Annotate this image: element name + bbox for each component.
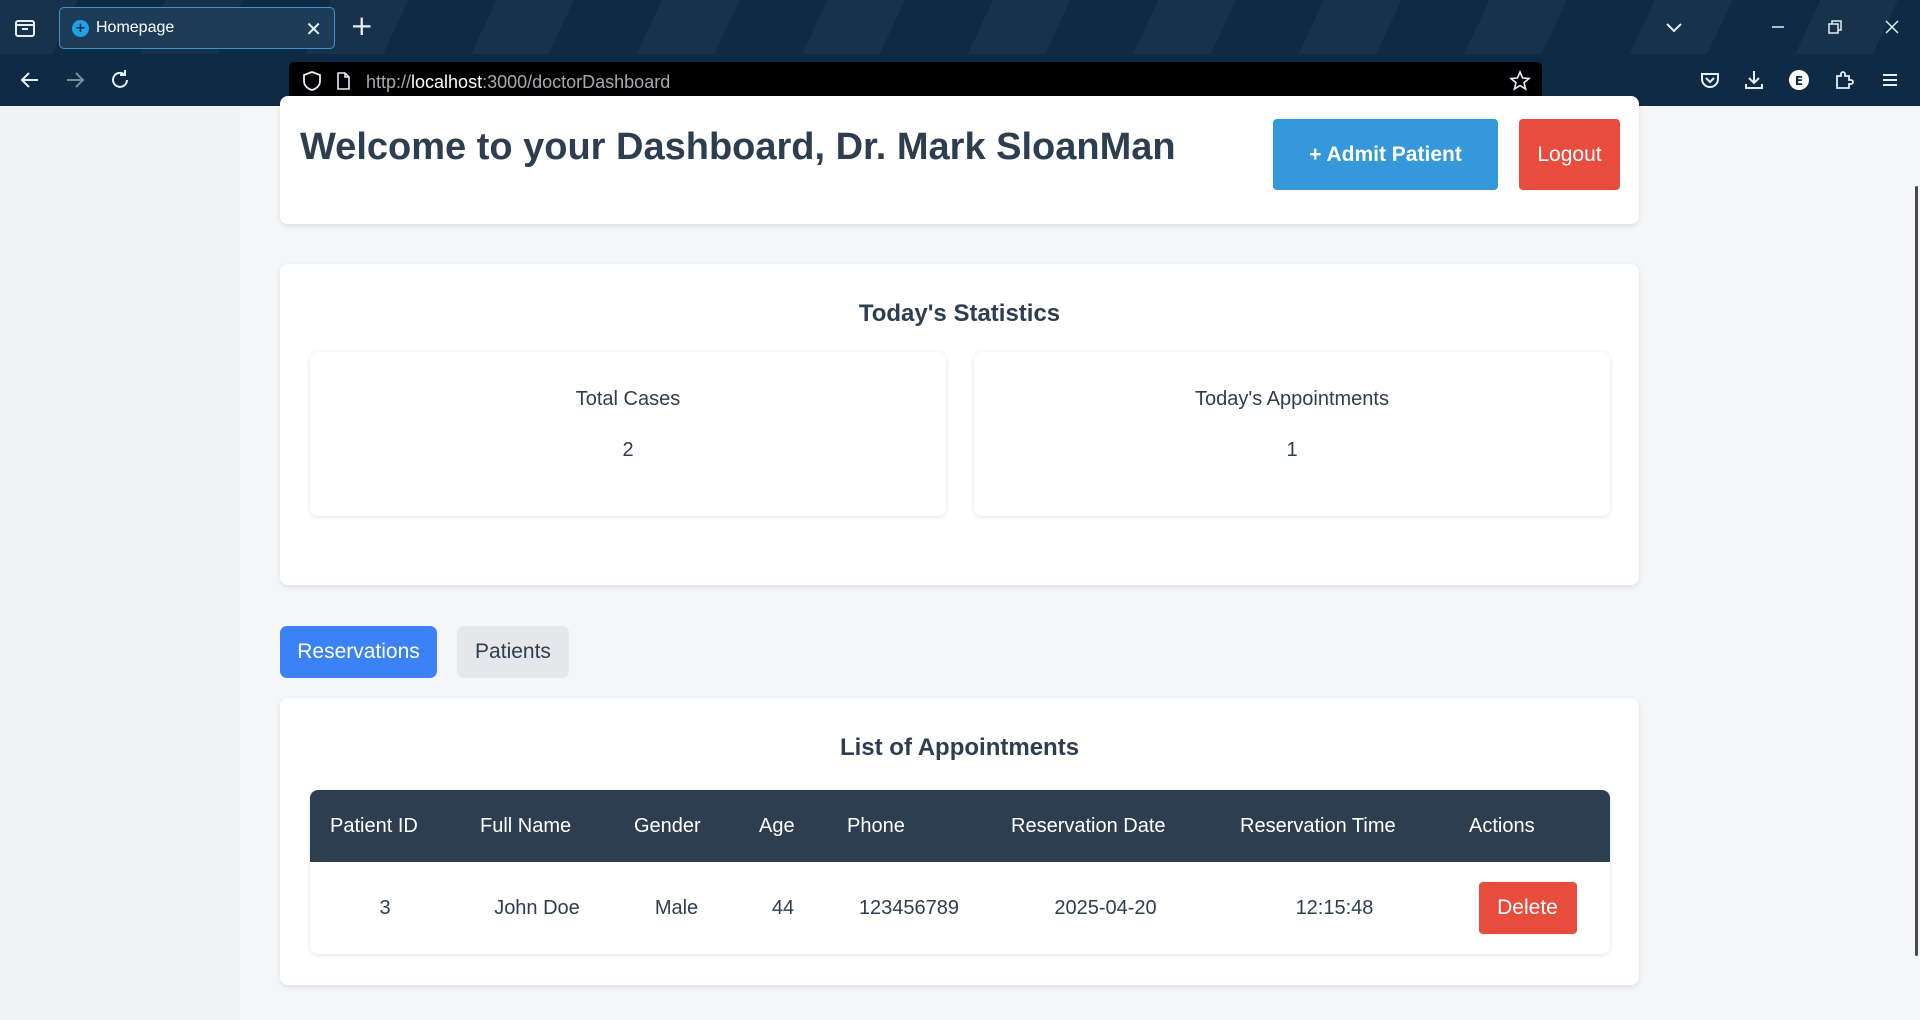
scrollbar-track[interactable] [1914, 106, 1920, 1020]
column-header: Full Name [460, 790, 614, 862]
column-header: Actions [1449, 790, 1610, 862]
restore-icon[interactable] [1822, 14, 1848, 40]
close-tab-icon[interactable]: ✕ [305, 17, 322, 41]
stat-value: 2 [622, 439, 634, 461]
url-text: http://localhost:3000/doctorDashboard [366, 72, 670, 93]
url-path: :3000/doctorDashboard [482, 72, 671, 92]
download-icon[interactable] [1740, 66, 1768, 94]
cell-reservation-time: 12:15:48 [1295, 896, 1374, 919]
close-window-icon[interactable] [1879, 14, 1905, 40]
cell-patient-id: 3 [379, 896, 391, 919]
dashboard-page: Welcome to your Dashboard, Dr. Mark Sloa… [0, 96, 1920, 1020]
cell-full-name: John Doe [494, 896, 580, 919]
address-bar[interactable]: http://localhost:3000/doctorDashboard [289, 62, 1542, 100]
bookmark-star-icon[interactable] [1508, 69, 1532, 93]
stat-label: Today's Appointments [1195, 388, 1389, 410]
reload-icon[interactable] [106, 66, 134, 94]
table-row: 3 John Doe Male 44 123456789 2025-04-20 … [310, 862, 1610, 954]
page-info-icon[interactable] [332, 70, 354, 92]
tab-reservations[interactable]: Reservations [280, 626, 437, 678]
chevron-down-icon[interactable] [1662, 15, 1686, 39]
cell-age: 44 [771, 896, 795, 919]
extensions-icon[interactable] [1830, 66, 1858, 94]
new-tab-icon[interactable]: + [350, 11, 373, 41]
cell-phone: 123456789 [858, 896, 960, 919]
column-header: Gender [614, 790, 739, 862]
svg-text:E: E [1795, 74, 1803, 88]
pocket-icon[interactable] [1696, 66, 1724, 94]
appointments-table: Patient ID Full Name Gender Age Phone Re… [310, 790, 1610, 954]
url-host: localhost [411, 72, 483, 92]
statistics-card: Today's Statistics Total Cases 2 Today's… [280, 264, 1639, 585]
browser-tab-strip: + Homepage ✕ + [0, 0, 1920, 54]
minimize-icon[interactable] [1765, 14, 1791, 40]
tab-patients[interactable]: Patients [457, 626, 569, 678]
statistics-title: Today's Statistics [858, 300, 1061, 327]
url-scheme: http:// [366, 72, 412, 92]
cell-actions: Delete [1449, 862, 1610, 954]
admit-patient-button[interactable]: + Admit Patient [1273, 119, 1498, 190]
table-header-row: Patient ID Full Name Gender Age Phone Re… [310, 790, 1610, 862]
header-card: Welcome to your Dashboard, Dr. Mark Sloa… [280, 96, 1639, 224]
stat-todays-appointments: Today's Appointments 1 [974, 352, 1610, 516]
appointments-title: List of Appointments [839, 734, 1080, 761]
left-gutter [0, 106, 240, 1020]
column-header: Reservation Date [991, 790, 1220, 862]
list-all-tabs-icon[interactable] [12, 15, 38, 41]
tab-title: Homepage [96, 19, 175, 36]
back-icon[interactable] [16, 66, 44, 94]
browser-tab-homepage[interactable]: + Homepage ✕ [59, 7, 335, 49]
menu-icon[interactable] [1876, 66, 1904, 94]
stat-total-cases: Total Cases 2 [310, 352, 946, 516]
site-favicon-icon: + [72, 20, 89, 37]
page-title: Welcome to your Dashboard, Dr. Mark Sloa… [300, 126, 1176, 168]
forward-icon[interactable] [61, 66, 89, 94]
column-header: Phone [827, 790, 991, 862]
logout-button[interactable]: Logout [1519, 119, 1620, 190]
column-header: Reservation Time [1220, 790, 1449, 862]
column-header: Patient ID [310, 790, 460, 862]
stat-label: Total Cases [575, 388, 681, 410]
appointments-card: List of Appointments Patient ID Full Nam… [280, 698, 1639, 985]
cell-reservation-date: 2025-04-20 [1054, 896, 1157, 919]
scrollbar-thumb[interactable] [1915, 186, 1918, 956]
account-icon[interactable]: E [1785, 66, 1813, 94]
cell-gender: Male [654, 896, 699, 919]
stat-value: 1 [1286, 439, 1298, 461]
shield-icon[interactable] [300, 69, 324, 93]
column-header: Age [739, 790, 827, 862]
delete-button[interactable]: Delete [1478, 882, 1577, 934]
